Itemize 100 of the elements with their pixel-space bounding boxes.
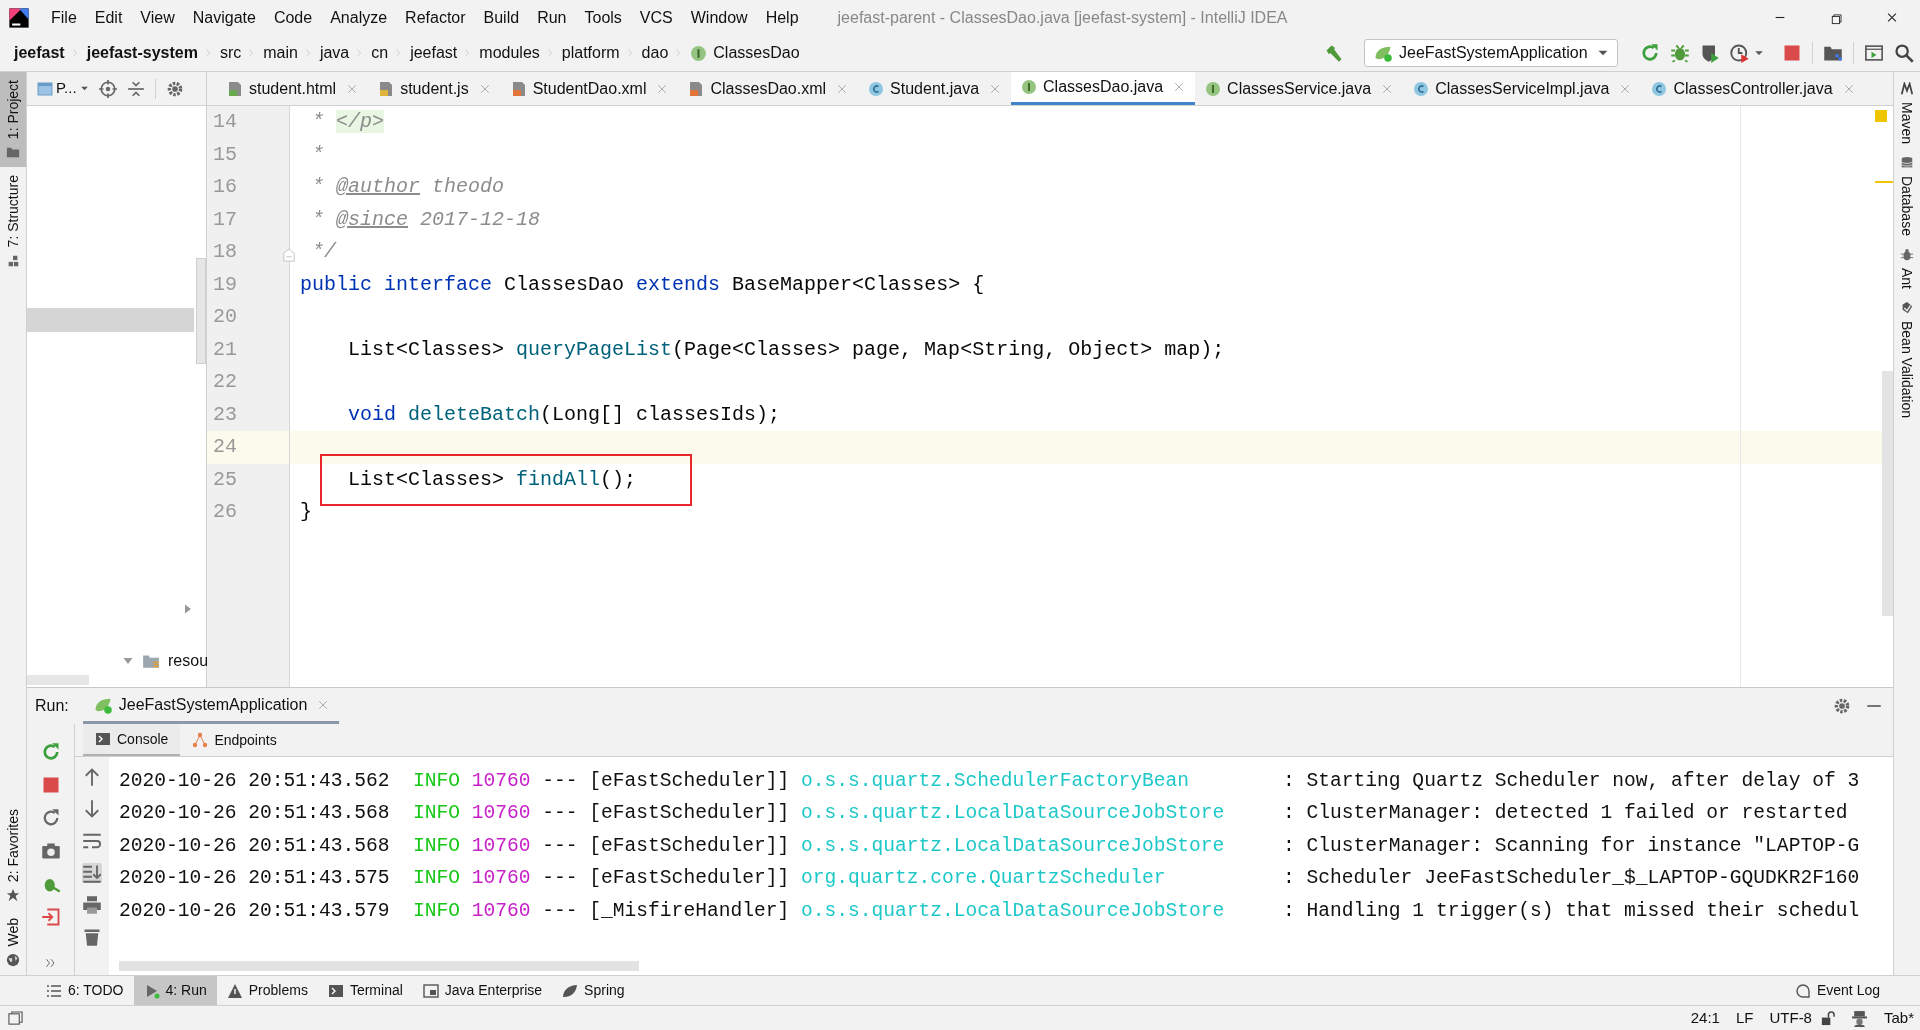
console-tab[interactable]: Console <box>83 724 181 756</box>
editor-tab[interactable]: Student.java <box>858 72 1012 105</box>
close-icon[interactable] <box>1381 82 1394 95</box>
hammer-icon[interactable] <box>1324 43 1344 63</box>
menu-item[interactable]: Edit <box>85 5 132 30</box>
breadcrumb-item[interactable]: jeefast-system <box>86 41 198 65</box>
menu-item[interactable]: Navigate <box>183 5 265 30</box>
shield-play-icon[interactable] <box>1700 43 1720 63</box>
warning-marker[interactable] <box>1875 110 1887 122</box>
breadcrumb-item[interactable]: java <box>319 41 350 65</box>
project-view-dropdown[interactable]: P... <box>37 77 89 100</box>
editor-tab[interactable]: ClassesDao.java <box>1011 72 1196 105</box>
settings-icon[interactable] <box>165 79 184 98</box>
breadcrumb-item[interactable]: jeefast <box>14 41 65 65</box>
run-configuration-dropdown[interactable]: JeeFastSystemApplication <box>1364 39 1618 67</box>
rerun-icon[interactable] <box>1640 43 1660 63</box>
stop-icon[interactable] <box>1782 43 1802 63</box>
trash-icon[interactable] <box>82 927 102 947</box>
tool-window-tab[interactable]: 4: Run <box>133 976 217 1005</box>
tool-window-tab[interactable]: 6: TODO <box>36 976 134 1005</box>
collapse-icon[interactable] <box>126 79 145 98</box>
editor-tab[interactable]: ClassesServiceImpl.java <box>1403 72 1642 105</box>
rerun-icon[interactable] <box>40 742 61 762</box>
tool-window-tab[interactable]: Database <box>1899 156 1915 236</box>
tool-window-tab[interactable]: Maven <box>1899 82 1915 145</box>
menu-item[interactable]: Analyze <box>321 5 397 30</box>
menu-item[interactable]: Build <box>474 5 529 30</box>
menu-item[interactable]: Help <box>756 5 808 30</box>
close-icon[interactable] <box>836 82 849 95</box>
soft-wrap-icon[interactable] <box>82 831 102 851</box>
editor-tab[interactable]: ClassesDao.xml <box>678 72 859 105</box>
lock-icon[interactable] <box>1819 1010 1835 1026</box>
tool-window-tab[interactable]: Spring <box>552 976 635 1005</box>
file-encoding[interactable]: UTF-8 <box>1769 1006 1812 1030</box>
editor-tab[interactable]: ClassesController.java <box>1641 72 1865 105</box>
tool-window-tab[interactable]: Ant <box>1899 247 1915 289</box>
locate-icon[interactable] <box>98 79 117 98</box>
editor-tab[interactable]: StudentDao.xml <box>500 72 679 105</box>
menu-item[interactable]: View <box>131 5 184 30</box>
scrollbar-thumb[interactable] <box>1882 371 1893 616</box>
close-icon[interactable] <box>1619 82 1632 95</box>
print-icon[interactable] <box>82 895 102 915</box>
breadcrumb-item[interactable]: src <box>219 41 242 65</box>
inspector-icon[interactable] <box>1850 1009 1868 1027</box>
menu-item[interactable]: Refactor <box>396 5 475 30</box>
tool-window-tab[interactable]: Bean Validation <box>1899 301 1915 419</box>
breadcrumb-item[interactable]: jeefast <box>410 41 458 65</box>
menu-item[interactable]: VCS <box>630 5 682 30</box>
settings-icon[interactable] <box>1833 697 1851 715</box>
breadcrumb-item[interactable]: ClassesDao <box>713 41 800 65</box>
exit-icon[interactable] <box>40 907 61 927</box>
tool-window-tab[interactable]: 2: Favorites <box>0 801 26 911</box>
close-icon[interactable] <box>317 698 330 711</box>
down-arrow-icon[interactable] <box>82 799 102 819</box>
indent-setting[interactable]: Tab* <box>1883 1006 1914 1030</box>
scrollbar-thumb[interactable] <box>27 675 89 685</box>
panel-toggle-icon[interactable] <box>8 1010 23 1026</box>
breadcrumb-item[interactable]: modules <box>479 41 540 65</box>
menu-item[interactable]: File <box>42 5 86 30</box>
tool-window-tab[interactable]: Java Enterprise <box>412 976 553 1005</box>
scroll-to-end-icon[interactable] <box>82 863 102 883</box>
bug-icon[interactable] <box>1670 43 1690 63</box>
editor-tab[interactable]: student.html <box>217 72 369 105</box>
breadcrumb-item[interactable]: dao <box>641 41 669 65</box>
line-separator[interactable]: LF <box>1735 1006 1754 1030</box>
more-icon[interactable] <box>44 957 57 969</box>
tree-item[interactable]: resou <box>27 649 206 673</box>
tool-window-tab[interactable]: 1: Project <box>0 72 26 168</box>
menu-item[interactable]: Tools <box>575 5 631 30</box>
event-log-button[interactable]: Event Log <box>1794 980 1880 1001</box>
camera-icon[interactable] <box>40 841 61 861</box>
breadcrumb-item[interactable]: cn <box>371 41 389 65</box>
tool-window-tab[interactable]: Problems <box>216 976 318 1005</box>
run-window-icon[interactable] <box>1864 43 1884 63</box>
caret-position[interactable]: 24:1 <box>1690 1006 1720 1030</box>
close-icon[interactable] <box>656 82 669 95</box>
close-icon[interactable] <box>989 82 1002 95</box>
editor-tab[interactable]: ClassesService.java <box>1195 72 1404 105</box>
log-level: INFO <box>412 768 461 794</box>
app-logo-icon <box>8 6 30 29</box>
line-number: 15 <box>213 141 237 168</box>
profiler-icon[interactable] <box>1730 43 1750 63</box>
close-icon[interactable] <box>478 82 491 95</box>
close-icon[interactable] <box>346 82 359 95</box>
console-tab[interactable]: Endpoints <box>180 724 289 756</box>
tool-window-tab[interactable]: 7: Structure <box>0 167 26 276</box>
breadcrumb-item[interactable]: platform <box>561 41 620 65</box>
breadcrumb-item[interactable]: main <box>263 41 298 65</box>
menu-item[interactable]: Run <box>528 5 576 30</box>
editor-tab[interactable]: student.js <box>368 72 501 105</box>
close-icon[interactable] <box>1842 82 1855 95</box>
menu-item[interactable]: Window <box>681 5 757 30</box>
scrollbar-thumb[interactable] <box>119 961 639 971</box>
tool-window-tab[interactable]: Web <box>0 910 26 975</box>
fold-marker-icon[interactable] <box>282 248 296 262</box>
tool-window-tab[interactable]: Terminal <box>317 976 413 1005</box>
search-icon[interactable] <box>1894 43 1914 63</box>
close-icon[interactable] <box>1173 81 1186 93</box>
menu-item[interactable]: Code <box>264 5 322 30</box>
scrollbar-thumb[interactable] <box>196 258 206 364</box>
